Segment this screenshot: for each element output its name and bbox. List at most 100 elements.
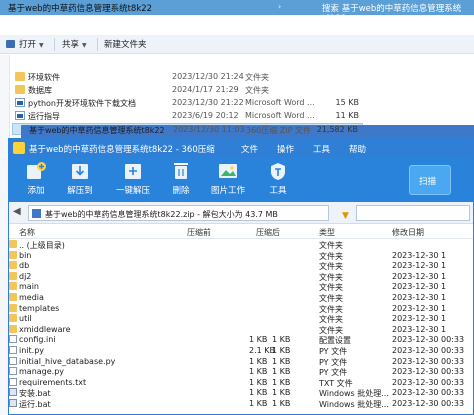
- entry-size: 1 KB: [249, 399, 268, 408]
- file-date: 2023/12/30 11:03: [173, 125, 245, 134]
- archive-row[interactable]: main 文件夹 2023-12-30 1: [9, 282, 473, 293]
- file-row[interactable]: 环境软件 2023/12/30 21:24 文件夹: [12, 71, 363, 83]
- entry-name: .. (上级目录): [19, 241, 65, 250]
- entry-type: 文件夹: [319, 251, 343, 261]
- delete-button[interactable]: 删除: [161, 161, 201, 196]
- extract-to-button[interactable]: 解压到: [60, 161, 100, 196]
- entry-type: 文件夹: [319, 294, 343, 303]
- add-button[interactable]: 添加: [16, 161, 56, 196]
- file-row[interactable]: 基于web的中草药信息管理系统t8k22 2023/12/30 11:03 360压…: [12, 123, 474, 402]
- tools-label: 工具: [269, 186, 287, 196]
- one-click-extract-button[interactable]: 一键解压: [113, 161, 153, 196]
- open-button[interactable]: 打开 ▼: [6, 38, 44, 50]
- entry-modified: 2023-12-30 00:33: [392, 335, 465, 345]
- entry-compressed-size: 1 KB: [272, 399, 291, 408]
- entry-name: manage.py: [19, 367, 65, 377]
- file-date: 2024/1/17 21:29: [172, 85, 239, 94]
- toolbar-divider: [54, 38, 55, 51]
- new-folder-button[interactable]: 新建文件夹: [104, 38, 147, 50]
- menu-help[interactable]: 帮助: [349, 143, 366, 155]
- entry-type: 文件夹: [319, 262, 343, 272]
- folder-icon: [9, 250, 17, 259]
- archive-row[interactable]: manage.py 1 KB 1 KB PY 文件 2023-12-30 00:33: [9, 367, 473, 378]
- back-arrow-icon[interactable]: ◀: [13, 206, 26, 219]
- tools-button[interactable]: 工具: [258, 161, 298, 196]
- file-type: 文件夹: [245, 73, 269, 82]
- archive-path: 基于web的中草药信息管理系统t8k22.zip - 解包大小为 43.7 MB: [45, 210, 278, 219]
- entry-name: 运行.bat: [19, 400, 51, 409]
- zip-window: 基于web的中草药信息管理系统t8k22 - 360压缩 文件 操作 工具 帮助…: [8, 138, 474, 415]
- image-tool-label: 图片工作: [210, 186, 245, 196]
- col-size[interactable]: 压缩前: [187, 227, 211, 238]
- entry-modified: 2023-12-30 00:33: [392, 388, 465, 398]
- entry-type: PY 文件: [319, 347, 348, 356]
- archive-row[interactable]: 安装.bat 1 KB 1 KB Windows 批处理... 2023-12-30 0…: [9, 388, 473, 399]
- archive-row[interactable]: 运行.bat 1 KB 1 KB Windows 批处理... 2023-12-30 0…: [9, 399, 473, 410]
- delete-icon: [174, 163, 188, 179]
- file-type: 文件夹: [245, 86, 269, 95]
- file-type: Microsoft Word ...: [245, 111, 315, 120]
- archive-row[interactable]: initial_hive_database.py 1 KB 1 KB PY 文件 202…: [9, 356, 473, 368]
- archive-row[interactable]: xmiddleware 文件夹 2023-12-30 1: [9, 324, 473, 336]
- entry-modified: 2023-12-30 1: [392, 250, 447, 260]
- new-folder-label: 新建文件夹: [104, 40, 147, 50]
- image-tool-button[interactable]: 图片工作: [208, 161, 248, 196]
- folder-icon: [9, 240, 17, 248]
- share-button[interactable]: 共享 ▼: [62, 38, 87, 50]
- dropdown-arrow-icon[interactable]: ▼: [342, 211, 351, 221]
- archive-row[interactable]: init.py 2.1 KB 1 KB PY 文件 2023-12-30 00:33: [9, 346, 473, 357]
- scan-button[interactable]: 扫描: [409, 165, 451, 195]
- archive-row[interactable]: db 文件夹 2023-12-30 1: [9, 261, 473, 272]
- archive-row[interactable]: config.ini 1 KB 1 KB 配置设置 2023-12-30 00:33: [9, 335, 473, 346]
- file-row[interactable]: 数据库 2024/1/17 21:29 文件夹: [12, 84, 363, 96]
- file-name: python开发环境软件下载文档: [28, 99, 136, 108]
- archive-row[interactable]: media 文件夹 2023-12-30 1: [9, 293, 473, 304]
- col-modified[interactable]: 修改日期: [392, 227, 424, 238]
- file-type: Microsoft Word ...: [245, 98, 315, 107]
- share-label: 共享: [62, 40, 80, 50]
- entry-modified: 2023-12-30 1: [392, 324, 447, 334]
- explorer-toolbar: 打开 ▼ 共享 ▼ 新建文件夹: [0, 35, 474, 54]
- batch-file-icon: [9, 399, 17, 407]
- zip-window-title: 基于web的中草药信息管理系统t8k22 - 360压缩: [29, 145, 215, 155]
- folder-icon: [15, 85, 25, 94]
- entry-name: main: [19, 282, 39, 292]
- col-compressed[interactable]: 压缩后: [256, 227, 280, 238]
- entry-modified: 2023-12-30 00:33: [392, 356, 465, 366]
- file-icon: [9, 356, 17, 365]
- archive-row[interactable]: requirements.txt 1 KB 1 KB TXT 文件 2023-12-30…: [9, 377, 473, 389]
- entry-modified: 2023-12-30 1: [392, 303, 447, 313]
- file-size: 15 KB: [335, 98, 359, 107]
- archive-row[interactable]: templates 文件夹 2023-12-30 1: [9, 303, 473, 315]
- one-click-extract-icon: [125, 164, 141, 179]
- entry-compressed-size: 1 KB: [272, 356, 291, 366]
- file-row[interactable]: python开发环境软件下载文档 2023/12/30 21:22 Microsof…: [12, 97, 363, 109]
- 360zip-logo-icon: [13, 142, 25, 154]
- menu-ops[interactable]: 操作: [277, 143, 294, 155]
- image-tool-icon: [219, 164, 237, 178]
- file-size: 11 KB: [335, 111, 359, 120]
- toolbar-divider: [97, 38, 98, 51]
- col-name[interactable]: 名称: [19, 227, 35, 238]
- explorer-title-bar: 基于web的中草药信息管理系统t8k22 › 搜索 基于web的中草药信息管理系…: [0, 0, 474, 24]
- entry-type: Windows 批处理...: [319, 400, 389, 409]
- menu-file[interactable]: 文件: [241, 143, 258, 155]
- archive-row[interactable]: .. (上级目录) 文件夹: [9, 240, 473, 251]
- path-field[interactable]: 基于web的中草药信息管理系统t8k22.zip - 解包大小为 43.7 MB…: [28, 205, 349, 221]
- explorer-search-box[interactable]: 搜索 基于web的中草药信息管理系统t8k22: [322, 2, 474, 24]
- entry-size: 1 KB: [249, 356, 268, 366]
- archive-row[interactable]: bin 文件夹 2023-12-30 1: [9, 250, 473, 262]
- file-row[interactable]: 运行指导 2023/6/19 20:12 Microsoft Word ... 11 …: [12, 110, 363, 122]
- breadcrumb-arrow-icon[interactable]: ›: [278, 2, 281, 11]
- zip-search-input[interactable]: [356, 205, 470, 221]
- chevron-down-icon[interactable]: ▼: [82, 42, 87, 49]
- archive-row[interactable]: dj2 文件夹 2023-12-30 1: [9, 271, 473, 283]
- archive-row[interactable]: util 文件夹 2023-12-30 1: [9, 314, 473, 325]
- chevron-down-icon[interactable]: ▼: [39, 42, 44, 49]
- col-type[interactable]: 类型: [319, 227, 335, 238]
- entry-compressed-size: 1 KB: [272, 367, 291, 377]
- add-label: 添加: [27, 186, 45, 196]
- entry-compressed-size: 1 KB: [272, 335, 291, 345]
- menu-tools[interactable]: 工具: [313, 143, 330, 155]
- entry-type: 文件夹: [319, 325, 343, 335]
